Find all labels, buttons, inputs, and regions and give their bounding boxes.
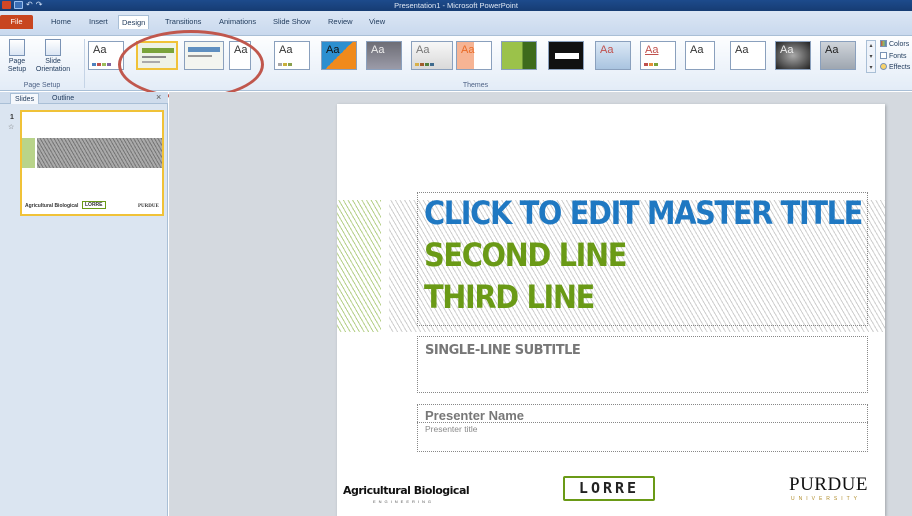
scroll-up-icon[interactable]: ▴ <box>867 41 875 52</box>
theme-custom-1[interactable] <box>136 41 178 70</box>
theme-4[interactable]: Aa <box>274 41 310 70</box>
tab-slides[interactable]: Slides <box>10 93 40 104</box>
tab-view[interactable]: View <box>366 15 388 29</box>
theme-3[interactable]: Aa <box>229 41 251 70</box>
presenter-name: Presenter Name <box>425 408 524 423</box>
theme-16[interactable]: Aa <box>820 41 856 70</box>
theme-options: Colors Fonts Effects <box>880 39 910 74</box>
theme-7[interactable]: Aa <box>411 41 453 70</box>
tab-design[interactable]: Design <box>118 15 150 29</box>
transition-star-icon: ☆ <box>8 124 15 131</box>
slide-canvas[interactable]: CLICK TO EDIT MASTER TITLE SECOND LINE T… <box>337 104 885 516</box>
close-icon[interactable]: × <box>156 92 161 102</box>
more-icon[interactable]: ▾ <box>867 63 875 74</box>
tab-insert[interactable]: Insert <box>86 15 111 29</box>
theme-11[interactable]: Aa <box>595 41 631 70</box>
effects-icon <box>880 63 887 70</box>
thumb-purdue-logo: PURDUE <box>138 204 159 209</box>
page-setup-icon <box>9 39 25 56</box>
thumb-hatch-band <box>22 138 162 168</box>
group-separator <box>84 39 85 88</box>
fonts-icon <box>880 51 887 59</box>
tab-transitions[interactable]: Transitions <box>162 15 204 29</box>
theme-custom-2[interactable] <box>184 41 224 70</box>
theme-14[interactable]: Aa <box>730 41 766 70</box>
window-title: Presentation1 - Microsoft PowerPoint <box>394 1 518 10</box>
scroll-down-icon[interactable]: ▾ <box>867 52 875 63</box>
colors-button[interactable]: Colors <box>880 39 910 51</box>
tab-outline[interactable]: Outline <box>48 93 78 104</box>
presenter-title: Presenter title <box>425 424 478 434</box>
slide-orientation-icon <box>45 39 61 56</box>
agricultural-biological-logo: Agricultural Biological <box>343 484 470 497</box>
tab-animations[interactable]: Animations <box>216 15 259 29</box>
title-line-2: SECOND LINE <box>424 236 627 274</box>
tab-home[interactable]: Home <box>48 15 74 29</box>
themes-group-label: Themes <box>462 82 489 89</box>
themes-gallery-scroll[interactable]: ▴ ▾ ▾ <box>866 40 876 73</box>
theme-5[interactable]: Aa <box>321 41 357 70</box>
title-line-1: CLICK TO EDIT MASTER TITLE <box>424 194 863 232</box>
slide-orientation-label: Slide Orientation <box>35 58 71 73</box>
subtitle-text: SINGLE-LINE SUBTITLE <box>425 343 581 358</box>
page-setup-label: Page Setup <box>7 58 27 73</box>
themes-gallery: Aa Aa Aa Aa Aa Aa Aa Aa Aa Aa Aa Aa Aa <box>88 39 863 76</box>
page-setup-group-label: Page Setup <box>23 82 61 89</box>
theme-8[interactable]: Aa <box>456 41 492 70</box>
slide-editor: CLICK TO EDIT MASTER TITLE SECOND LINE T… <box>169 92 912 516</box>
thumb-lorre-logo: LORRE <box>82 201 106 209</box>
theme-15[interactable]: Aa <box>775 41 811 70</box>
theme-office[interactable]: Aa <box>88 41 124 70</box>
ribbon-design: Page Setup Slide Orientation Page Setup … <box>0 36 912 91</box>
page-setup-button[interactable]: Page Setup <box>5 39 29 74</box>
slides-pane: Slides Outline × 1 ☆ Agricultural Biolog… <box>0 92 168 516</box>
theme-9[interactable] <box>501 41 537 70</box>
slide-thumbnail[interactable]: Agricultural Biological LORRE PURDUE <box>20 110 164 216</box>
tab-review[interactable]: Review <box>325 15 356 29</box>
title-bar: ↶ ↷ Presentation1 - Microsoft PowerPoint <box>0 0 912 11</box>
tab-slide-show[interactable]: Slide Show <box>270 15 314 29</box>
theme-12[interactable]: Aa <box>640 41 676 70</box>
ribbon-tabs: File Home Insert Design Transitions Anim… <box>0 11 912 36</box>
colors-icon <box>880 40 887 47</box>
theme-13[interactable]: Aa <box>685 41 715 70</box>
theme-6[interactable]: Aa <box>366 41 402 70</box>
tab-file[interactable]: File <box>0 15 33 29</box>
pane-tabs: Slides Outline × <box>0 92 168 104</box>
effects-button[interactable]: Effects <box>880 62 910 74</box>
theme-10[interactable] <box>548 41 584 70</box>
lorre-logo: LORRE <box>563 476 655 501</box>
fonts-button[interactable]: Fonts <box>880 51 910 63</box>
university-caption: UNIVERSITY <box>791 496 862 502</box>
purdue-logo: PURDUE <box>789 474 869 495</box>
thumb-ag-logo: Agricultural Biological <box>25 203 79 209</box>
slide-number: 1 <box>10 114 14 121</box>
green-hatch-band <box>337 200 381 332</box>
slide-orientation-button[interactable]: Slide Orientation <box>33 39 73 74</box>
engineering-caption: ENGINEERING <box>373 499 435 504</box>
title-line-3: THIRD LINE <box>424 278 595 316</box>
